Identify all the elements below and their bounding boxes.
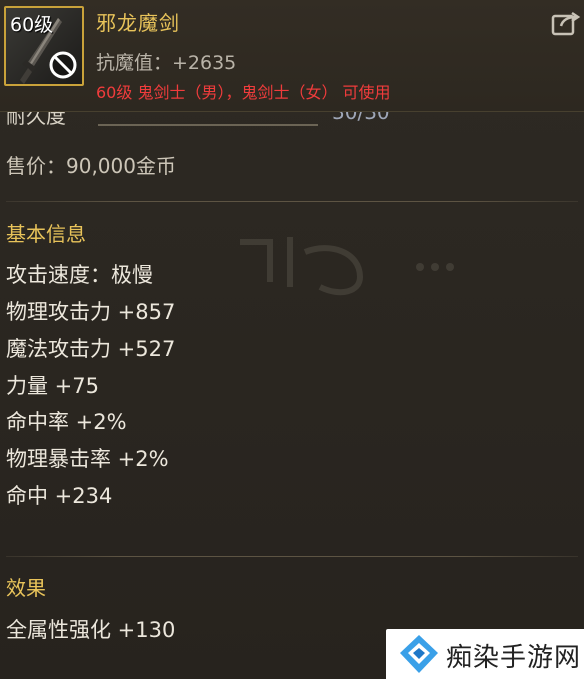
magic-resist-value: 抗魔值：+2635 — [96, 52, 237, 74]
stat-line: 攻击速度：极慢 — [6, 263, 153, 287]
durability-value: 30/30 — [332, 112, 390, 124]
item-name: 邪龙魔剑 — [96, 11, 180, 35]
watermark-text: 痴染手游网 — [446, 643, 582, 673]
sell-price: 售价：90,000金币 — [6, 154, 176, 178]
item-tooltip: 60级 邪龙魔剑 抗魔值：+2635 60级 鬼剑士（男），鬼剑士（女） 可使用… — [0, 0, 584, 679]
site-watermark: 痴染手游网 — [386, 629, 584, 679]
basic-info-title: 基本信息 — [6, 222, 86, 246]
brand-logo-icon — [400, 635, 438, 673]
class-restriction: 60级 鬼剑士（男），鬼剑士（女） 可使用 — [96, 83, 391, 102]
stat-line: 命中 +234 — [6, 484, 113, 508]
divider — [6, 556, 578, 557]
stat-line: 命中率 +2% — [6, 410, 127, 434]
background-watermark-graphic — [240, 237, 454, 296]
durability-bar — [98, 124, 318, 126]
effects-title: 效果 — [6, 576, 46, 600]
stat-line: 物理暴击率 +2% — [6, 447, 169, 471]
durability-row: 耐久度 30/30 — [6, 112, 576, 136]
forbidden-icon — [49, 51, 77, 79]
stat-line: 力量 +75 — [6, 374, 99, 398]
durability-label: 耐久度 — [6, 112, 66, 128]
stat-line: 物理攻击力 +857 — [6, 300, 176, 324]
stat-line: 魔法攻击力 +527 — [6, 337, 176, 361]
effect-line: 全属性强化 +130 — [6, 618, 176, 642]
divider — [6, 201, 578, 202]
tooltip-header: 60级 邪龙魔剑 抗魔值：+2635 60级 鬼剑士（男），鬼剑士（女） 可使用 — [0, 0, 584, 112]
share-icon[interactable] — [551, 10, 581, 36]
item-level-badge: 60级 — [10, 14, 54, 36]
item-icon-frame: 60级 — [4, 6, 84, 86]
